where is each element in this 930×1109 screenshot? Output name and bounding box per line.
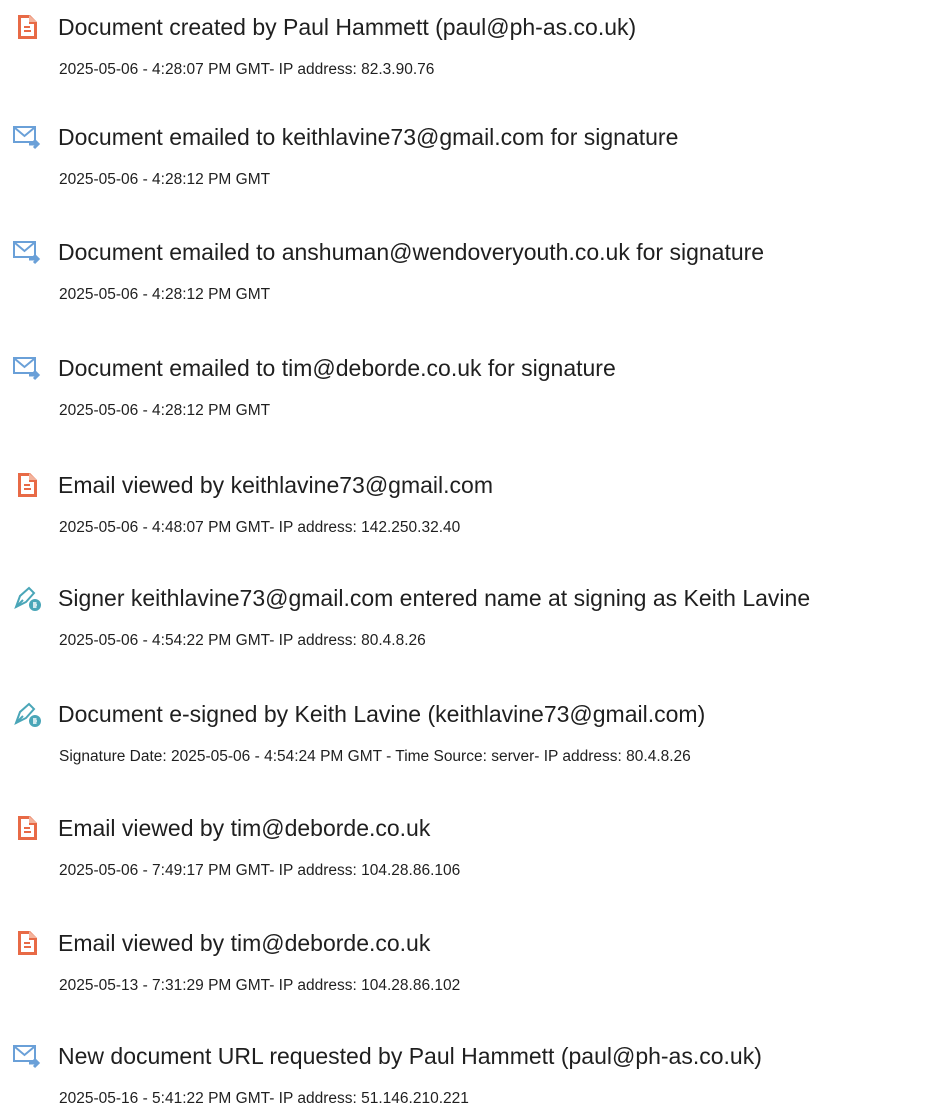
email-icon <box>12 122 42 152</box>
event-detail: 2025-05-06 - 4:54:22 PM GMT- IP address:… <box>59 632 426 649</box>
event-emailed: Document emailed to anshuman@wendoveryou… <box>0 237 930 317</box>
document-icon <box>12 12 42 42</box>
event-e-signed: Document e-signed by Keith Lavine (keith… <box>0 699 930 779</box>
email-icon <box>12 237 42 267</box>
event-email-viewed: Email viewed by tim@deborde.co.uk 2025-0… <box>0 928 930 1008</box>
event-emailed: Document emailed to tim@deborde.co.uk fo… <box>0 353 930 433</box>
email-icon <box>12 1041 42 1071</box>
audit-history: Document created by Paul Hammett (paul@p… <box>0 0 930 1109</box>
event-title: Document emailed to tim@deborde.co.uk fo… <box>58 355 616 381</box>
event-title: Document created by Paul Hammett (paul@p… <box>58 14 637 40</box>
event-title: Email viewed by tim@deborde.co.uk <box>58 815 431 841</box>
event-url-requested: New document URL requested by Paul Hamme… <box>0 1041 930 1109</box>
event-title: Email viewed by keithlavine73@gmail.com <box>58 472 493 498</box>
event-title: Signer keithlavine73@gmail.com entered n… <box>58 585 811 611</box>
event-detail: 2025-05-06 - 4:28:12 PM GMT <box>59 286 271 303</box>
event-detail: Signature Date: 2025-05-06 - 4:54:24 PM … <box>59 748 691 765</box>
event-detail: 2025-05-06 - 4:28:07 PM GMT- IP address:… <box>59 61 435 78</box>
event-title: Document e-signed by Keith Lavine (keith… <box>58 701 706 727</box>
event-email-viewed: Email viewed by keithlavine73@gmail.com … <box>0 470 930 550</box>
document-icon <box>12 928 42 958</box>
email-icon <box>12 353 42 383</box>
sign-pen-icon <box>12 583 42 613</box>
event-detail: 2025-05-06 - 4:28:12 PM GMT <box>59 402 271 419</box>
sign-pen-icon <box>12 699 42 729</box>
event-title: New document URL requested by Paul Hamme… <box>58 1043 762 1069</box>
event-title: Document emailed to anshuman@wendoveryou… <box>58 239 765 265</box>
event-detail: 2025-05-06 - 4:48:07 PM GMT- IP address:… <box>59 519 461 536</box>
event-detail: 2025-05-13 - 7:31:29 PM GMT- IP address:… <box>59 977 461 994</box>
event-document-created: Document created by Paul Hammett (paul@p… <box>0 12 930 92</box>
event-name-entered: Signer keithlavine73@gmail.com entered n… <box>0 583 930 663</box>
event-detail: 2025-05-16 - 5:41:22 PM GMT- IP address:… <box>59 1090 469 1107</box>
event-detail: 2025-05-06 - 7:49:17 PM GMT- IP address:… <box>59 862 461 879</box>
event-title: Email viewed by tim@deborde.co.uk <box>58 930 431 956</box>
event-email-viewed: Email viewed by tim@deborde.co.uk 2025-0… <box>0 813 930 893</box>
document-icon <box>12 813 42 843</box>
event-title: Document emailed to keithlavine73@gmail.… <box>58 124 679 150</box>
event-detail: 2025-05-06 - 4:28:12 PM GMT <box>59 171 271 188</box>
document-icon <box>12 470 42 500</box>
event-emailed: Document emailed to keithlavine73@gmail.… <box>0 122 930 202</box>
